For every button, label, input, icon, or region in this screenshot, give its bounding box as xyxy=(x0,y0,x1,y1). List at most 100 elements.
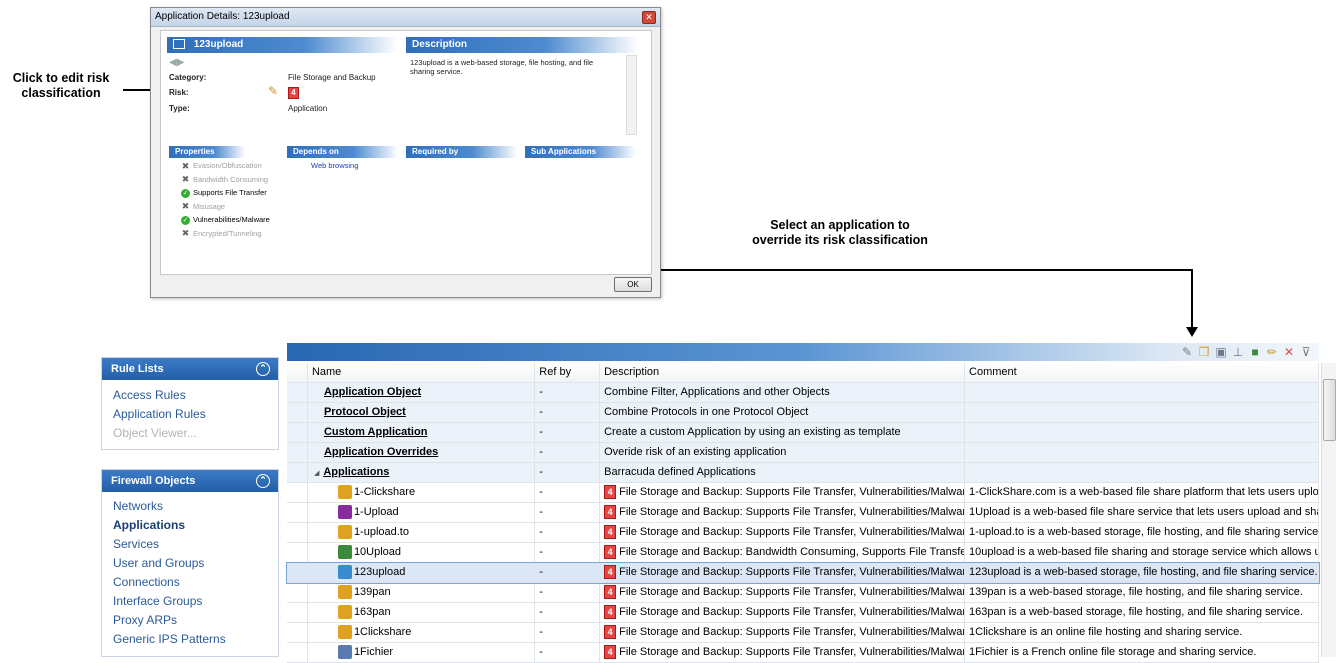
table-row-category[interactable]: ◢ Applications - Barracuda defined Applicat… xyxy=(287,463,1320,483)
pencil-icon[interactable]: ✎ xyxy=(268,84,278,98)
property-item: ✖ Evasion/Obfuscation xyxy=(181,161,262,171)
firewall-objects-title: Firewall Objects xyxy=(111,475,196,487)
app-icon xyxy=(337,565,352,580)
comment-cell: 139pan is a web-based storage, file host… xyxy=(965,583,1320,602)
delete-icon[interactable]: ✕ xyxy=(1282,345,1296,359)
table-scrollbar[interactable] xyxy=(1321,363,1336,657)
category-name[interactable]: Protocol Object xyxy=(324,406,406,418)
column-header-comment[interactable]: Comment xyxy=(965,363,1320,382)
toolbar-icons: ✎ ❐ ▣ ⊥ ■ ✏ ✕ ⊽ xyxy=(1180,343,1313,361)
row-gutter xyxy=(287,603,308,622)
table-header: Name Ref by Description Comment xyxy=(287,363,1320,383)
ref-by-cell: - xyxy=(535,603,601,622)
app-name-cell[interactable]: 139pan xyxy=(308,583,536,602)
app-name-cell[interactable]: 10Upload xyxy=(308,543,536,562)
sidebar-item-services[interactable]: Services xyxy=(102,535,278,554)
property-item: ✖ Misusage xyxy=(181,202,225,212)
app-name: 123upload xyxy=(193,39,244,50)
view-icon[interactable]: ▣ xyxy=(1214,345,1228,359)
row-gutter xyxy=(287,523,308,542)
column-header-name[interactable]: Name xyxy=(307,363,536,382)
description-cell: Overide risk of an existing application xyxy=(600,443,966,462)
table-row[interactable]: 1-upload.to -4 File Storage and Backup: Su… xyxy=(287,523,1320,543)
category-name-cell[interactable]: ◢ Applications xyxy=(307,463,536,482)
property-label: Misusage xyxy=(193,201,226,211)
sidebar-item-access-rules[interactable]: Access Rules xyxy=(102,386,278,405)
category-name[interactable]: Custom Application xyxy=(324,426,427,438)
table-row-category[interactable]: Custom Application - Create a custom Appli… xyxy=(287,423,1320,443)
category-name[interactable]: Applications xyxy=(323,466,389,478)
sidebar-item-networks[interactable]: Networks xyxy=(102,497,278,516)
category-name[interactable]: Application Object xyxy=(324,386,421,398)
table-row[interactable]: 1Fichier -4 File Storage and Backup: Suppo… xyxy=(287,643,1320,663)
sidebar-item-generic-ips-patterns[interactable]: Generic IPS Patterns xyxy=(102,630,278,649)
category-name-cell[interactable]: Application Overrides xyxy=(307,443,536,462)
table-row-category[interactable]: Application Object - Combine Filter, Appli… xyxy=(287,383,1320,403)
depends-on-link[interactable]: Web browsing xyxy=(311,161,358,170)
sidebar-item-connections[interactable]: Connections xyxy=(102,573,278,592)
group-icon[interactable]: ■ xyxy=(1248,345,1262,359)
property-label: Bandwidth Consuming xyxy=(193,174,269,184)
collapse-icon[interactable]: ⌃ xyxy=(256,362,270,376)
firewall-objects-header[interactable]: Firewall Objects ⌃ xyxy=(102,470,278,492)
table-row[interactable]: 1Clickshare -4 File Storage and Backup: Su… xyxy=(287,623,1320,643)
sidebar-item-interface-groups[interactable]: Interface Groups xyxy=(102,592,278,611)
expand-icon[interactable]: ◢ xyxy=(314,470,319,477)
check-icon: ✓ xyxy=(181,215,190,225)
risk-badge: 4 xyxy=(604,525,617,540)
sidebar-item-user-and-groups[interactable]: User and Groups xyxy=(102,554,278,573)
nav-back-forward-icon[interactable]: ◀▶ xyxy=(169,57,184,68)
filter-icon[interactable]: ⊽ xyxy=(1299,345,1313,359)
separator-icon[interactable]: ⊥ xyxy=(1231,345,1245,359)
dialog-body: 123upload Description ◀▶ Category: File … xyxy=(160,30,652,275)
pencil-icon[interactable]: ✏ xyxy=(1265,345,1279,359)
description-cell: 4 File Storage and Backup: Bandwidth Cons… xyxy=(600,543,966,562)
risk-badge: 4 xyxy=(604,585,617,600)
ref-by-cell: - xyxy=(535,583,601,602)
app-name-cell[interactable]: 123upload xyxy=(307,563,536,582)
column-header-description[interactable]: Description xyxy=(600,363,966,382)
description-text: File Storage and Backup: Supports File T… xyxy=(619,586,966,598)
app-name-cell[interactable]: 1-upload.to xyxy=(308,523,536,542)
edit-object-icon[interactable]: ✎ xyxy=(1180,345,1194,359)
risk-label: Risk: xyxy=(169,88,189,97)
category-name-cell[interactable]: Protocol Object xyxy=(307,403,536,422)
table-row[interactable]: 10Upload -4 File Storage and Backup: Bandw… xyxy=(287,543,1320,563)
scroll-thumb[interactable] xyxy=(1323,379,1336,441)
category-value: File Storage and Backup xyxy=(288,73,376,82)
table-row[interactable]: 163pan -4 File Storage and Backup: Support… xyxy=(287,603,1320,623)
new-object-icon[interactable]: ❐ xyxy=(1197,345,1211,359)
sidebar-item-application-rules[interactable]: Application Rules xyxy=(102,405,278,424)
ok-button[interactable]: OK xyxy=(614,277,652,292)
table-row-category[interactable]: Application Overrides - Overide risk of an… xyxy=(287,443,1320,463)
risk-badge: 4 xyxy=(604,565,617,580)
column-header-ref-by[interactable]: Ref by xyxy=(535,363,601,382)
cross-icon: ✖ xyxy=(181,160,190,171)
rule-lists-header[interactable]: Rule Lists ⌃ xyxy=(102,358,278,380)
app-name-cell[interactable]: 1Fichier xyxy=(308,643,536,662)
ref-by-cell: - xyxy=(535,643,601,662)
comment-cell: 10upload is a web-based file sharing and… xyxy=(965,543,1320,562)
app-name-cell[interactable]: 1Clickshare xyxy=(308,623,536,642)
close-icon[interactable]: ✕ xyxy=(642,11,656,24)
table-row[interactable]: 1-Clickshare -4 File Storage and Backup: S… xyxy=(287,483,1320,503)
category-name[interactable]: Application Overrides xyxy=(324,446,438,458)
app-name-cell[interactable]: 1-Clickshare xyxy=(308,483,536,502)
app-name-cell[interactable]: 163pan xyxy=(308,603,536,622)
app-name-cell[interactable]: 1-Upload xyxy=(308,503,536,522)
sub-applications-title: Sub Applications xyxy=(531,147,597,156)
description-scrollbar[interactable] xyxy=(626,55,637,135)
table-row[interactable]: 123upload -4 File Storage and Backup: Supp… xyxy=(286,562,1320,584)
category-name-cell[interactable]: Application Object xyxy=(307,383,536,402)
required-by-title: Required by xyxy=(412,147,459,156)
sidebar-item-applications[interactable]: Applications xyxy=(102,516,278,535)
sidebar-item-proxy-arps[interactable]: Proxy ARPs xyxy=(102,611,278,630)
table-row[interactable]: 139pan -4 File Storage and Backup: Support… xyxy=(287,583,1320,603)
app-name: 139pan xyxy=(353,586,391,598)
type-value: Application xyxy=(288,104,328,113)
table-row[interactable]: 1-Upload -4 File Storage and Backup: Suppo… xyxy=(287,503,1320,523)
table-row-category[interactable]: Protocol Object - Combine Protocols in one… xyxy=(287,403,1320,423)
app-name: 1-Upload xyxy=(353,506,399,518)
category-name-cell[interactable]: Custom Application xyxy=(307,423,536,442)
collapse-icon[interactable]: ⌃ xyxy=(256,474,270,488)
